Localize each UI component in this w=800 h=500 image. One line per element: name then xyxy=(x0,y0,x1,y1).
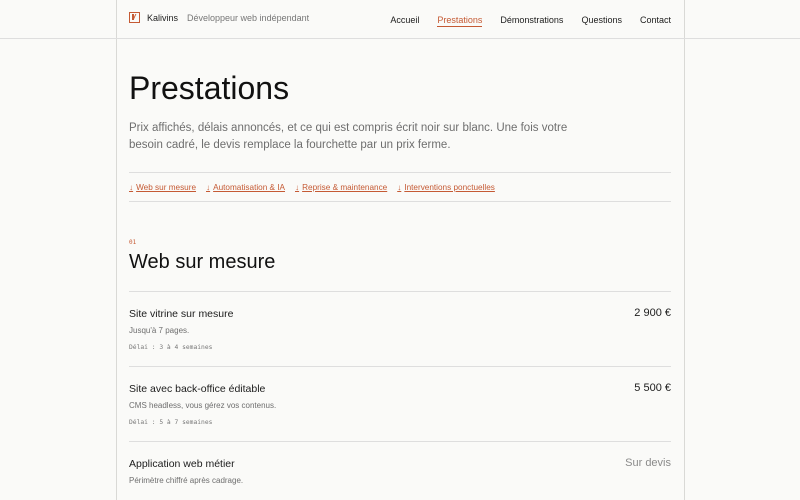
nav-accueil[interactable]: Accueil xyxy=(390,15,419,27)
anchor-automatisation-ia[interactable]: ↓ Automatisation & IA xyxy=(206,183,285,192)
nav-questions[interactable]: Questions xyxy=(581,15,622,27)
service-description: CMS headless, vous gérez vos contenus. xyxy=(129,401,277,410)
nav-demonstrations[interactable]: Démonstrations xyxy=(500,15,563,27)
service-name: Application web métier xyxy=(129,458,235,470)
section-number: 01 xyxy=(129,239,137,246)
service-name: Site vitrine sur mesure xyxy=(129,308,234,320)
anchor-web-sur-mesure[interactable]: ↓ Web sur mesure xyxy=(129,183,196,192)
kalivins-logo-icon xyxy=(129,12,140,23)
arrow-down-icon: ↓ xyxy=(295,182,300,192)
main-nav: Accueil Prestations Démonstrations Quest… xyxy=(390,15,671,27)
service-row: Site avec back-office éditable 5 500 € C… xyxy=(129,366,671,441)
brand-name: Kalivins xyxy=(147,12,179,23)
anchor-interventions-ponctuelles[interactable]: ↓ Interventions ponctuelles xyxy=(397,183,495,192)
arrow-down-icon: ↓ xyxy=(129,182,134,192)
nav-prestations[interactable]: Prestations xyxy=(437,15,483,27)
arrow-down-icon: ↓ xyxy=(397,182,402,192)
anchor-label: Reprise & maintenance xyxy=(302,182,388,192)
service-delay: Délai : 5 à 7 semaines xyxy=(129,419,213,426)
service-price: 5 500 € xyxy=(634,382,671,394)
anchor-reprise-maintenance[interactable]: ↓ Reprise & maintenance xyxy=(295,183,387,192)
anchor-label: Web sur mesure xyxy=(136,182,197,192)
brand-tagline: Développeur web indépendant xyxy=(187,12,310,23)
service-description: Jusqu'à 7 pages. xyxy=(129,326,190,335)
page-intro: Prix affichés, délais annoncés, et ce qu… xyxy=(129,122,568,151)
service-name: Site avec back-office éditable xyxy=(129,383,266,395)
top-bar: Kalivins Développeur web indépendant Acc… xyxy=(0,0,800,39)
service-price: Sur devis xyxy=(625,457,671,469)
service-price: 2 900 € xyxy=(634,307,671,319)
section-anchors: ↓ Web sur mesure ↓ Automatisation & IA ↓ Re… xyxy=(129,172,671,202)
arrow-down-icon: ↓ xyxy=(206,182,211,192)
anchor-label: Automatisation & IA xyxy=(213,182,286,192)
service-description: Périmètre chiffré après cadrage. xyxy=(129,476,244,485)
page-title: Prestations xyxy=(129,70,290,106)
service-delay: Délai : 3 à 4 semaines xyxy=(129,344,213,351)
service-row: Site vitrine sur mesure 2 900 € Jusqu'à … xyxy=(129,291,671,366)
service-row: Application web métier Sur devis Périmèt… xyxy=(129,441,671,500)
nav-contact[interactable]: Contact xyxy=(640,15,671,27)
brand[interactable]: Kalivins Développeur web indépendant xyxy=(129,12,309,23)
section-title: Web sur mesure xyxy=(129,251,276,273)
anchor-label: Interventions ponctuelles xyxy=(404,182,495,192)
